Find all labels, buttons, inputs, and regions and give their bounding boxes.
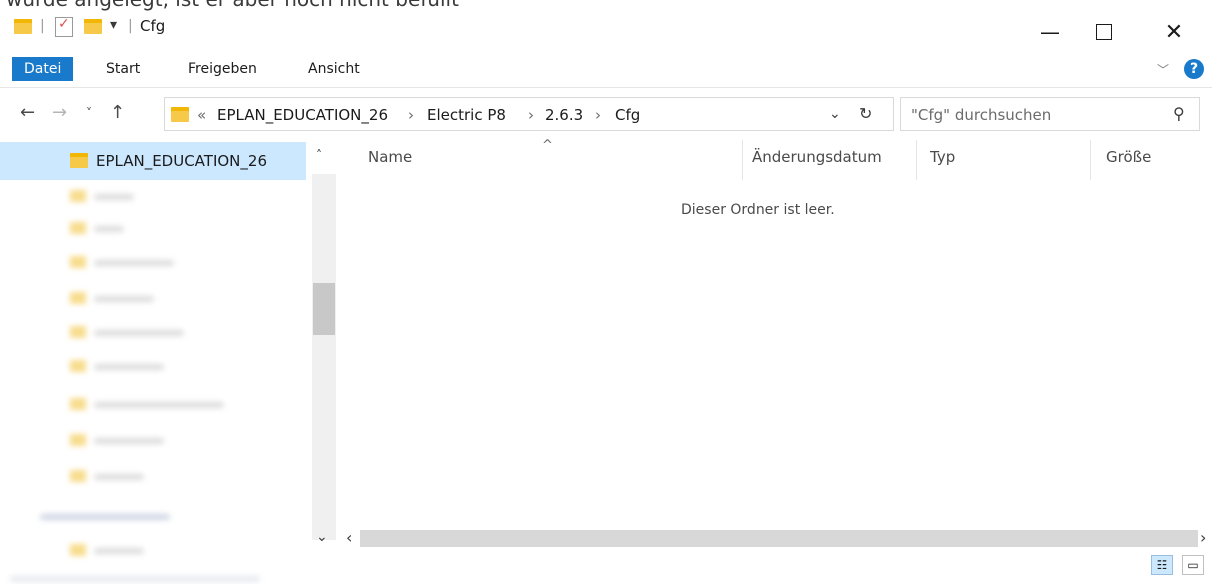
breadcrumb-item-electric-p8[interactable]: Electric P8 xyxy=(427,106,506,124)
search-box[interactable]: "Cfg" durchsuchen ⚲ xyxy=(900,97,1200,131)
details-view-icon[interactable]: ☷ xyxy=(1151,555,1173,575)
breadcrumb-item-cfg[interactable]: Cfg xyxy=(615,106,640,124)
folder-icon xyxy=(70,153,88,168)
minimize-button[interactable]: — xyxy=(1028,14,1072,50)
minimize-icon: — xyxy=(1040,20,1060,44)
nav-scroll-thumb[interactable] xyxy=(313,283,335,335)
column-header-name[interactable]: Name xyxy=(368,148,412,166)
close-icon: ✕ xyxy=(1164,19,1184,45)
column-header-type[interactable]: Typ xyxy=(930,148,955,166)
breadcrumb-item-version[interactable]: 2.6.3 xyxy=(545,106,583,124)
breadcrumb-separator[interactable]: › xyxy=(528,106,534,124)
tab-file[interactable]: Datei xyxy=(12,57,74,81)
breadcrumb-item-eplan-education[interactable]: EPLAN_EDUCATION_26 xyxy=(217,106,388,124)
scroll-up-icon[interactable]: ˄ xyxy=(316,148,322,162)
properties-icon[interactable]: ✓ xyxy=(55,16,73,37)
blurred-nav-items xyxy=(0,184,300,584)
address-dropdown-icon[interactable]: ⌄ xyxy=(829,106,841,122)
breadcrumb-separator[interactable]: › xyxy=(408,106,414,124)
ribbon-expand-icon[interactable]: ﹀ xyxy=(1157,61,1169,78)
column-divider[interactable] xyxy=(1090,140,1091,180)
large-icons-view-icon[interactable]: ▭ xyxy=(1182,555,1204,575)
search-input[interactable]: "Cfg" durchsuchen xyxy=(911,106,1051,124)
column-divider[interactable] xyxy=(916,140,917,180)
recent-locations-button[interactable]: ˅ xyxy=(86,106,92,120)
maximize-icon xyxy=(1096,24,1112,40)
empty-folder-message: Dieser Ordner ist leer. xyxy=(681,202,835,218)
forward-button[interactable]: → xyxy=(52,102,67,123)
back-button[interactable]: ← xyxy=(20,102,35,123)
title-bar: | ✓ ▾ | Cfg — ✕ xyxy=(0,7,1212,51)
column-header-size[interactable]: Größe xyxy=(1106,148,1151,166)
sort-indicator-icon: ^ xyxy=(542,138,553,153)
qat-separator: | xyxy=(128,18,133,34)
folder-icon xyxy=(14,19,32,34)
navigation-pane: EPLAN_EDUCATION_26 ˄ ⌄ xyxy=(0,138,336,582)
search-icon[interactable]: ⚲ xyxy=(1173,104,1185,123)
qat-separator: | xyxy=(40,18,45,34)
tab-view[interactable]: Ansicht xyxy=(296,57,372,81)
scroll-left-icon[interactable]: ‹ xyxy=(346,528,352,547)
refresh-icon[interactable]: ↻ xyxy=(859,104,872,123)
tab-start[interactable]: Start xyxy=(94,57,152,81)
horizontal-scrollbar[interactable] xyxy=(360,530,1198,547)
new-folder-icon[interactable] xyxy=(84,19,102,34)
breadcrumb-overflow[interactable]: « xyxy=(197,106,206,124)
up-button[interactable]: ↑ xyxy=(110,102,125,123)
breadcrumb-separator[interactable]: › xyxy=(595,106,601,124)
ribbon-tabs: Datei Start Freigeben Ansicht ﹀ ? xyxy=(0,51,1212,88)
column-divider[interactable] xyxy=(742,140,743,180)
scroll-down-icon[interactable]: ⌄ xyxy=(316,529,328,545)
maximize-button[interactable] xyxy=(1082,14,1126,50)
scroll-right-icon[interactable]: › xyxy=(1200,528,1206,547)
nav-item-selected[interactable]: EPLAN_EDUCATION_26 xyxy=(0,142,306,180)
customize-qat-icon[interactable]: ▾ xyxy=(110,17,117,33)
close-button[interactable]: ✕ xyxy=(1152,14,1196,50)
nav-scrollbar[interactable] xyxy=(312,174,336,540)
window-title: Cfg xyxy=(140,17,166,35)
tab-share[interactable]: Freigeben xyxy=(176,57,269,81)
folder-icon xyxy=(171,107,189,122)
help-icon[interactable]: ? xyxy=(1184,59,1204,79)
address-bar[interactable]: « EPLAN_EDUCATION_26 › Electric P8 › 2.6… xyxy=(164,97,894,131)
column-header-date[interactable]: Änderungsdatum xyxy=(752,148,882,166)
nav-item-label: EPLAN_EDUCATION_26 xyxy=(96,152,267,170)
navigation-bar: ← → ˅ ↑ « EPLAN_EDUCATION_26 › Electric … xyxy=(0,90,1212,138)
